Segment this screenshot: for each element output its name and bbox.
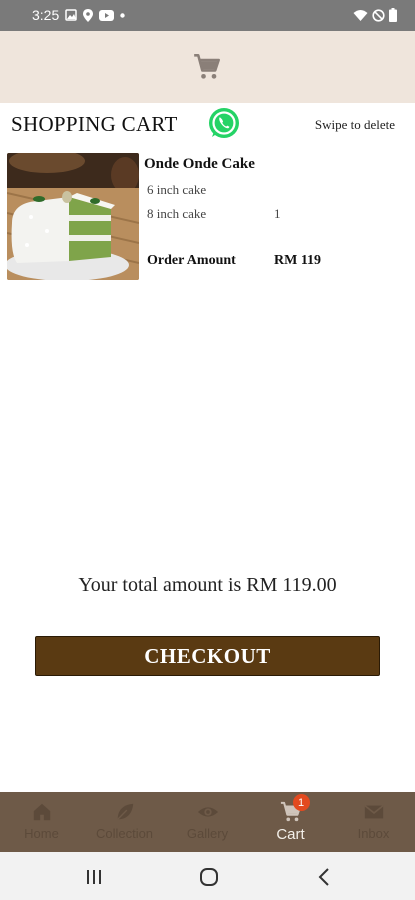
status-bar: 3:25 — [0, 0, 415, 31]
nav-label: Collection — [95, 826, 154, 841]
app-header — [0, 31, 415, 103]
status-right — [353, 8, 397, 22]
nav-item-gallery[interactable]: Gallery — [166, 792, 249, 852]
cart-icon[interactable] — [193, 53, 221, 81]
home-button-icon[interactable] — [198, 866, 220, 888]
page-title: SHOPPING CART — [11, 112, 178, 136]
nav-item-collection[interactable]: Collection — [83, 792, 166, 852]
nav-item-inbox[interactable]: Inbox — [332, 792, 415, 852]
nav-item-home[interactable]: Home — [0, 792, 83, 852]
nav-label: Inbox — [357, 826, 390, 841]
item-option: 8 inch cake — [147, 206, 207, 221]
nav-label: Gallery — [186, 826, 229, 841]
eye-icon — [197, 807, 218, 817]
wifi-icon — [353, 10, 368, 21]
nav-label: Cart — [276, 826, 305, 843]
whatsapp-icon[interactable] — [207, 106, 241, 140]
checkout-button[interactable]: CHECKOUT — [35, 636, 380, 676]
recent-apps-icon[interactable] — [83, 866, 105, 888]
leaf-icon — [116, 803, 133, 820]
system-nav-bar — [0, 852, 415, 900]
image-icon — [65, 9, 77, 21]
bottom-nav: Home Collection Gallery 1 Cart Inbox — [0, 792, 415, 852]
item-option-quantity: 1 — [274, 206, 281, 221]
status-time: 3:25 — [32, 7, 60, 23]
mail-icon — [363, 804, 384, 819]
nav-label: Home — [24, 826, 59, 841]
item-option: 6 inch cake — [147, 182, 207, 197]
cart-badge: 1 — [292, 794, 310, 811]
item-name: Onde Onde Cake — [144, 156, 255, 172]
total-amount: Your total amount is RM 119.00 — [78, 574, 337, 596]
location-icon — [83, 8, 94, 22]
order-amount-value: RM 119 — [274, 253, 322, 268]
nav-item-cart[interactable]: 1 Cart — [249, 792, 332, 852]
do-not-disturb-icon — [372, 8, 385, 22]
back-icon[interactable] — [314, 866, 336, 888]
youtube-icon — [99, 9, 115, 21]
status-left: 3:25 — [32, 7, 125, 23]
swipe-hint: Swipe to delete — [314, 117, 395, 132]
cart-item[interactable]: Onde Onde Cake 6 inch cake 8 inch cake 1… — [7, 153, 407, 280]
order-amount-label: Order Amount — [147, 253, 236, 268]
battery-icon — [389, 8, 397, 22]
dot-icon — [120, 12, 125, 18]
cake-photo — [7, 153, 139, 280]
home-icon — [33, 803, 50, 821]
